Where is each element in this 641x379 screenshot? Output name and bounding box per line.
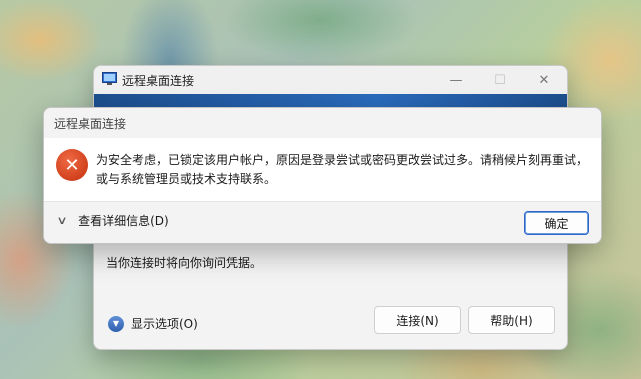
dialog-titlebar[interactable]: 远程桌面连接	[44, 108, 601, 138]
help-button[interactable]: 帮助(H)	[468, 306, 555, 334]
maximize-button[interactable]: ☐	[478, 66, 522, 94]
dialog-body: ✕ 为安全考虑，已锁定该用户帐户，原因是登录尝试或密码更改尝试过多。请稍候片刻再…	[44, 138, 601, 201]
minimize-button[interactable]: —	[434, 66, 478, 94]
chevron-down-icon: ▼	[108, 315, 124, 332]
show-options-label: 显示选项(O)	[131, 317, 198, 331]
window-title: 远程桌面连接	[122, 74, 195, 88]
error-message-line-2: 或与系统管理员或技术支持联系。	[96, 172, 277, 186]
dialog-title: 远程桌面连接	[54, 117, 127, 131]
connect-button[interactable]: 连接(N)	[374, 306, 461, 334]
chevron-down-icon: ∨	[56, 214, 68, 227]
dialog-footer: ∨ 查看详细信息(D) 确定	[44, 201, 601, 243]
show-details-toggle[interactable]: ∨ 查看详细信息(D)	[56, 212, 169, 229]
rdp-titlebar[interactable]: 远程桌面连接 — ☐ ✕	[94, 66, 567, 94]
error-message-line-1: 为安全考虑，已锁定该用户帐户，原因是登录尝试或密码更改尝试过多。请稍候片刻再重试…	[96, 153, 589, 167]
ok-button[interactable]: 确定	[524, 211, 589, 235]
show-options-toggle[interactable]: ▼ 显示选项(O)	[108, 315, 198, 332]
error-icon: ✕	[56, 149, 88, 181]
remote-desktop-icon	[102, 72, 117, 85]
error-dialog: 远程桌面连接 ✕ 为安全考虑，已锁定该用户帐户，原因是登录尝试或密码更改尝试过多…	[43, 107, 602, 244]
credentials-prompt: 当你连接时将向你询问凭据。	[106, 256, 263, 270]
error-message: 为安全考虑，已锁定该用户帐户，原因是登录尝试或密码更改尝试过多。请稍候片刻再重试…	[96, 151, 591, 189]
rdp-banner	[94, 94, 567, 108]
show-details-label: 查看详细信息(D)	[78, 214, 169, 228]
close-button[interactable]: ✕	[522, 66, 566, 94]
